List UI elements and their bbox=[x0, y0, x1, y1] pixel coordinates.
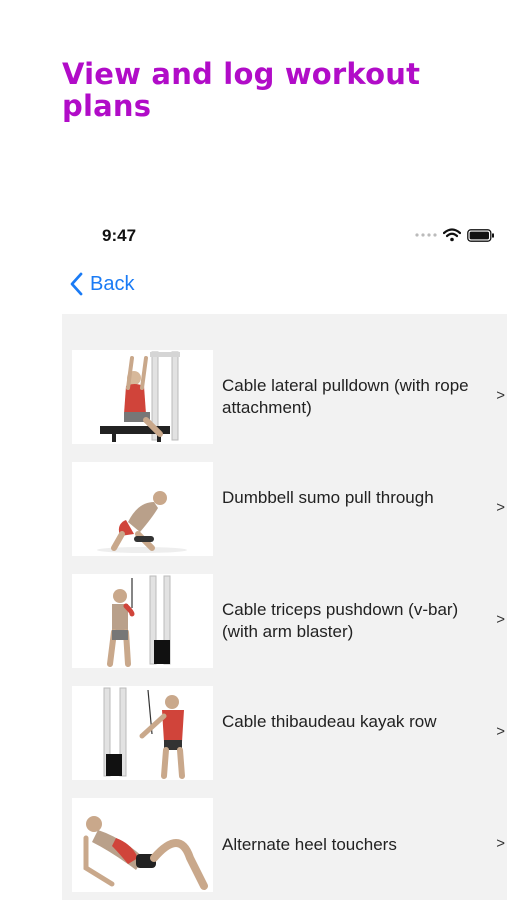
exercise-row[interactable]: Cable lateral pulldown (with rope attach… bbox=[72, 350, 507, 444]
battery-icon bbox=[467, 228, 494, 242]
exercise-name: Cable thibaudeau kayak row bbox=[222, 712, 437, 731]
exercise-row[interactable]: Dumbbell sumo pull through > bbox=[72, 462, 507, 556]
exercise-image bbox=[72, 798, 213, 892]
exercise-row[interactable]: Alternate heel touchers > bbox=[72, 798, 507, 892]
chevron-right-icon: > bbox=[496, 387, 505, 404]
chevron-right-icon: > bbox=[496, 835, 505, 852]
heel-touchers-illustration bbox=[83, 816, 208, 890]
exercise-row[interactable]: Cable thibaudeau kayak row > bbox=[72, 686, 507, 780]
triceps-pushdown-illustration bbox=[107, 575, 171, 667]
chevron-right-icon: > bbox=[496, 611, 505, 628]
nav-bar: Back bbox=[62, 270, 507, 310]
status-icons bbox=[415, 228, 495, 242]
chevron-left-icon bbox=[70, 272, 83, 296]
exercise-image bbox=[72, 462, 213, 556]
wifi-icon bbox=[443, 228, 461, 242]
status-bar: 9:47 bbox=[62, 210, 507, 264]
exercise-list: Cable lateral pulldown (with rope attach… bbox=[62, 314, 507, 900]
chevron-right-icon: > bbox=[496, 723, 505, 740]
exercise-image bbox=[72, 686, 213, 780]
exercise-name: Alternate heel touchers bbox=[222, 835, 397, 854]
signal-dots-icon bbox=[415, 233, 437, 237]
dumbbell-sumo-illustration bbox=[97, 491, 187, 553]
kayak-row-illustration bbox=[103, 687, 185, 779]
cable-pulldown-illustration bbox=[100, 351, 180, 442]
back-label: Back bbox=[90, 272, 135, 295]
exercise-image bbox=[72, 350, 213, 444]
exercise-name: Cable triceps pushdown (v-bar) (with arm… bbox=[222, 600, 459, 641]
exercise-name: Dumbbell sumo pull through bbox=[222, 488, 434, 507]
exercise-name: Cable lateral pulldown (with rope attach… bbox=[222, 376, 469, 417]
chevron-right-icon: > bbox=[496, 499, 505, 516]
headline: View and log workout plans bbox=[62, 57, 421, 123]
status-time: 9:47 bbox=[102, 226, 137, 245]
exercise-row[interactable]: Cable triceps pushdown (v-bar) (with arm… bbox=[72, 574, 507, 668]
phone-screen: 9:47 Back Cable lateral pulldown (with r… bbox=[62, 210, 507, 900]
back-button[interactable]: Back bbox=[70, 272, 134, 296]
exercise-image bbox=[72, 574, 213, 668]
